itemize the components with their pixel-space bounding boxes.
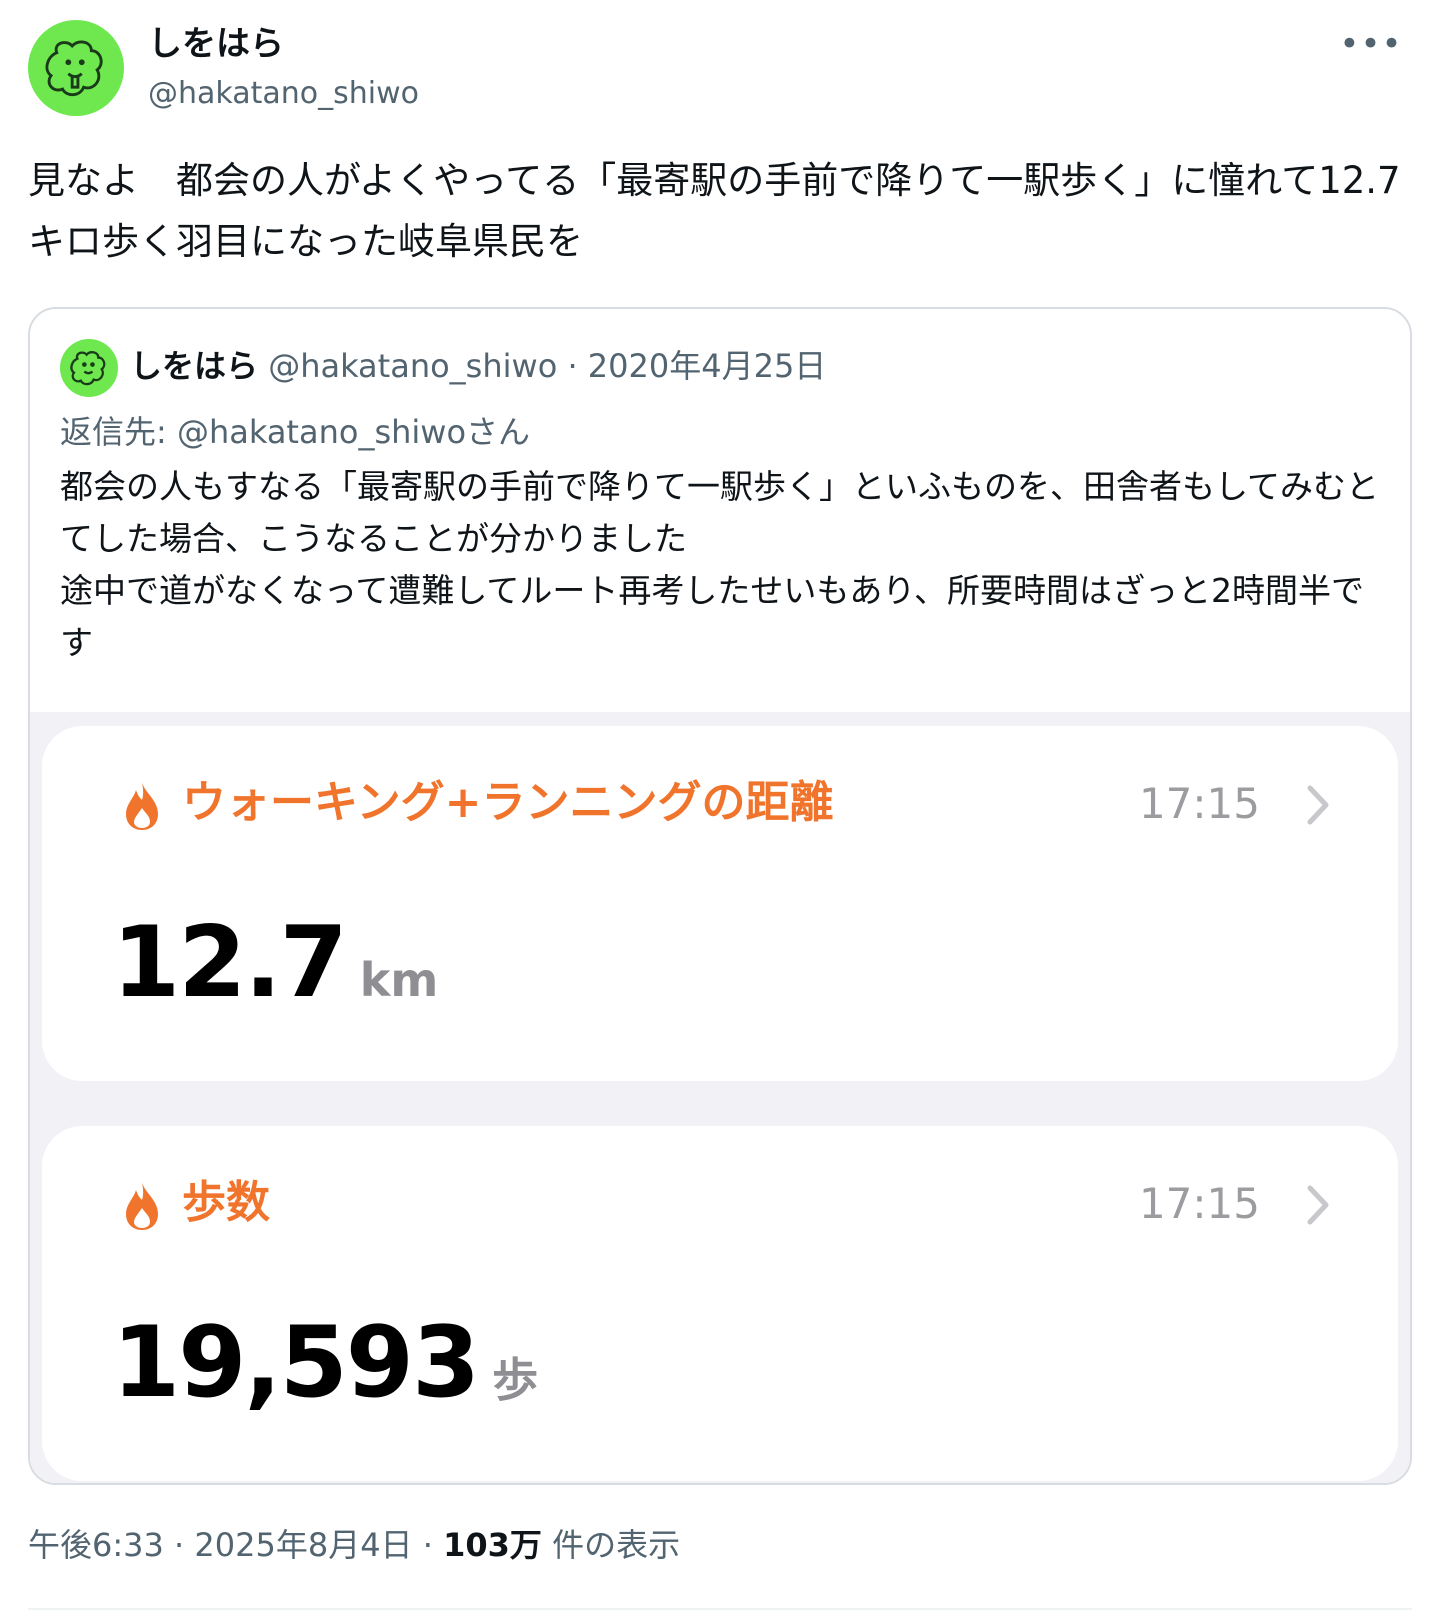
quote-author-avatar[interactable] (60, 339, 118, 397)
quote-reply-to: 返信先: @hakatano_shiwoさん (60, 413, 531, 451)
card-value: 19,593 歩 (112, 1308, 538, 1435)
quote-text: 都会の人もすなる「最寄駅の手前で降りて一駅歩く」といふものを、田舎者もしてみむと… (60, 461, 1380, 669)
steps-value: 19,593 (112, 1306, 480, 1420)
quote-text-line: 途中で道がなくなって遭難してルート再考したせいもあり、所要時間はざっと2時間半で… (60, 571, 1365, 662)
author-avatar[interactable] (28, 20, 124, 116)
post-time[interactable]: 午後6:33 (28, 1526, 164, 1564)
quote-display-name[interactable]: しをはら (130, 347, 258, 385)
card-time: 17:15 (1138, 1179, 1260, 1228)
card-title: ウォーキング+ランニングの距離 (182, 777, 834, 828)
chevron-right-icon (1307, 1185, 1329, 1225)
distance-value: 12.7 (112, 906, 348, 1020)
avatar-face-icon (70, 351, 106, 386)
quote-handle[interactable]: @hakatano_shiwo (268, 347, 557, 385)
quote-media-image[interactable]: ウォーキング+ランニングの距離 17:15 12.7 km 歩数 17:15 19… (30, 712, 1410, 1483)
tweet-footer: 午後6:33 · 2025年8月4日 · 103万 件の表示 (28, 1522, 680, 1568)
footer-separator: · (163, 1526, 195, 1564)
views-label: 件の表示 (541, 1526, 681, 1564)
card-title: 歩数 (182, 1177, 270, 1228)
flame-icon (126, 1182, 158, 1230)
views-count[interactable]: 103万 (443, 1526, 542, 1564)
quote-separator: · (557, 347, 588, 385)
more-icon: ••• (1339, 24, 1403, 64)
steps-unit: 歩 (492, 1353, 539, 1407)
author-handle[interactable]: @hakatano_shiwo (148, 74, 419, 114)
divider (28, 1608, 1412, 1610)
distance-unit: km (359, 953, 439, 1007)
quote-text-line: 都会の人もすなる「最寄駅の手前で降りて一駅歩く」といふものを、田舎者もしてみむと… (60, 467, 1380, 558)
health-card-steps: 歩数 17:15 19,593 歩 (42, 1126, 1398, 1481)
post-date[interactable]: 2025年8月4日 (194, 1526, 412, 1564)
more-options-button[interactable]: ••• (1339, 24, 1401, 64)
avatar-face-icon (45, 40, 103, 97)
chevron-right-icon (1307, 785, 1329, 825)
quoted-tweet[interactable]: しをはら @hakatano_shiwo · 2020年4月25日 返信先: @… (28, 307, 1412, 1485)
flame-icon (126, 782, 158, 830)
footer-separator: · (412, 1526, 444, 1564)
quote-header: しをはら @hakatano_shiwo · 2020年4月25日 (130, 343, 826, 389)
health-card-distance: ウォーキング+ランニングの距離 17:15 12.7 km (42, 726, 1398, 1081)
tweet: しをはら @hakatano_shiwo ••• 見なよ 都会の人がよくやってる… (0, 0, 1440, 1615)
quote-date[interactable]: 2020年4月25日 (588, 347, 827, 385)
card-time: 17:15 (1138, 779, 1260, 828)
tweet-text: 見なよ 都会の人がよくやってる「最寄駅の手前で降りて一駅歩く」に憧れて12.7キ… (28, 159, 1401, 263)
card-value: 12.7 km (112, 908, 438, 1035)
author-display-name[interactable]: しをはら (148, 22, 284, 66)
